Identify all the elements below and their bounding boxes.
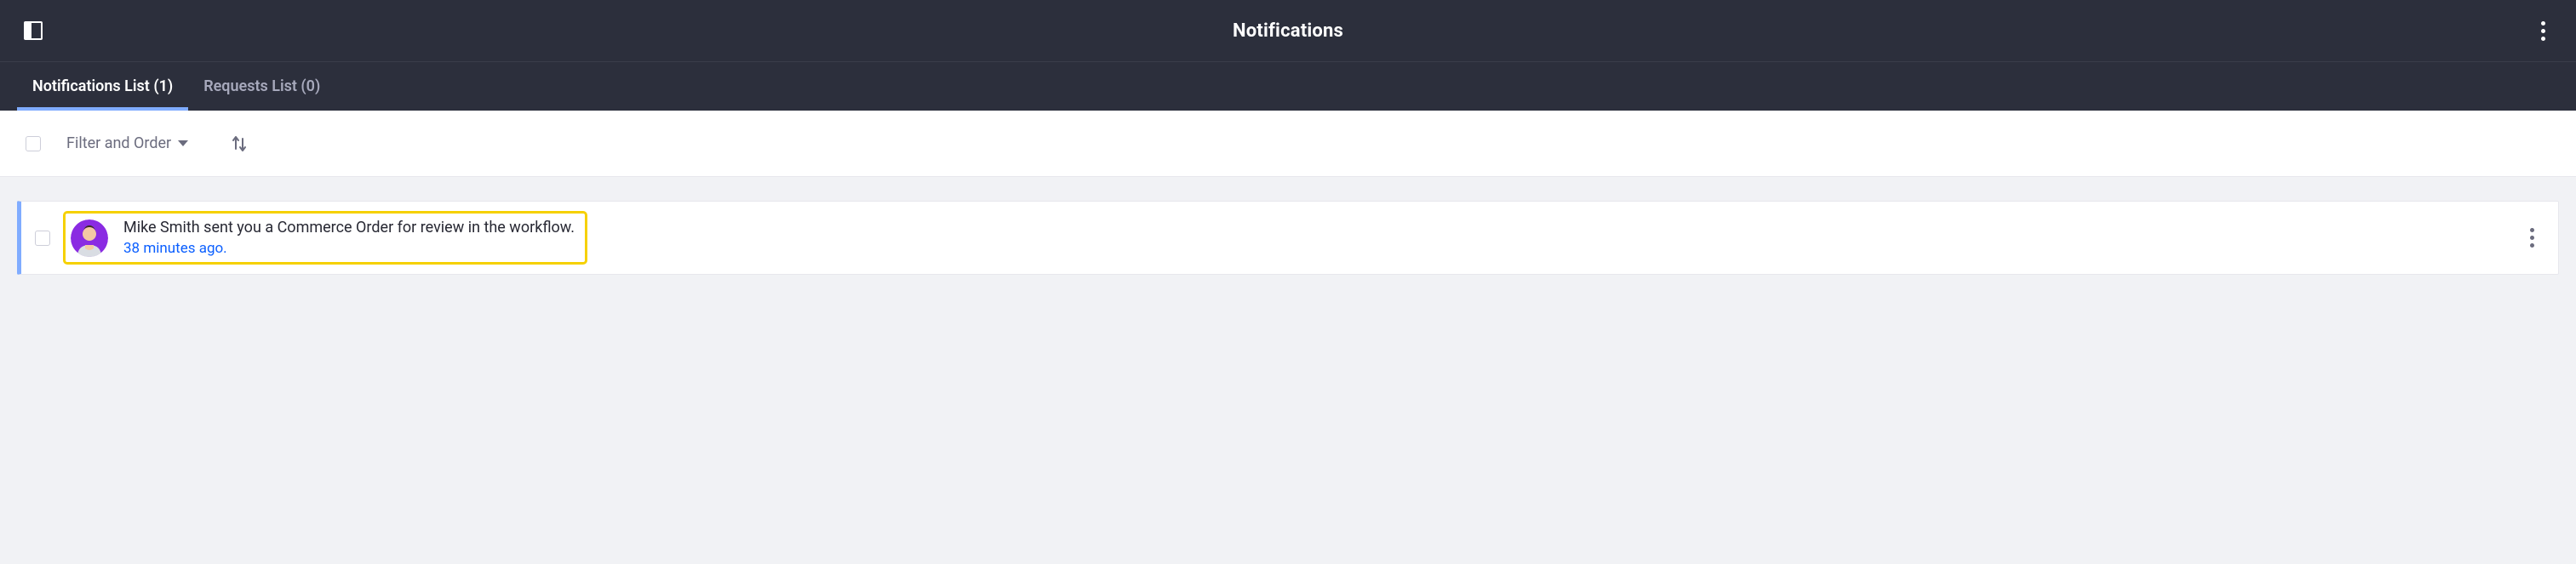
page-title: Notifications: [1233, 20, 1343, 42]
header-right: [2534, 14, 2552, 48]
sort-direction-button[interactable]: [231, 134, 248, 153]
header-left: [24, 21, 43, 40]
tabs-bar: Notifications List (1) Requests List (0): [0, 61, 2576, 111]
select-all-checkbox[interactable]: [26, 136, 41, 151]
tab-notifications-list[interactable]: Notifications List (1): [17, 62, 188, 111]
tab-label: Notifications List (1): [32, 77, 173, 95]
filter-label: Filter and Order: [66, 134, 171, 152]
notification-message: Mike Smith sent you a Commerce Order for…: [123, 219, 575, 236]
tab-requests-list[interactable]: Requests List (0): [188, 62, 335, 111]
filter-and-order-dropdown[interactable]: Filter and Order: [66, 134, 188, 152]
notification-text: Mike Smith sent you a Commerce Order for…: [123, 219, 575, 257]
panel-toggle-icon[interactable]: [24, 21, 43, 40]
header-bar: Notifications: [0, 0, 2576, 61]
row-more-icon[interactable]: [2523, 221, 2541, 254]
row-actions: [2523, 221, 2541, 254]
notification-timestamp[interactable]: 38 minutes ago.: [123, 240, 575, 257]
avatar: [71, 219, 108, 257]
row-checkbox[interactable]: [35, 231, 50, 246]
tab-label: Requests List (0): [203, 77, 320, 95]
highlighted-region: Mike Smith sent you a Commerce Order for…: [66, 214, 585, 262]
app-root: Notifications Notifications List (1) Req…: [0, 0, 2576, 299]
notification-row[interactable]: Mike Smith sent you a Commerce Order for…: [17, 201, 2559, 275]
caret-down-icon: [178, 140, 188, 146]
list-toolbar: Filter and Order: [0, 111, 2576, 177]
header-more-icon[interactable]: [2534, 14, 2552, 48]
notifications-list: Mike Smith sent you a Commerce Order for…: [0, 177, 2576, 299]
